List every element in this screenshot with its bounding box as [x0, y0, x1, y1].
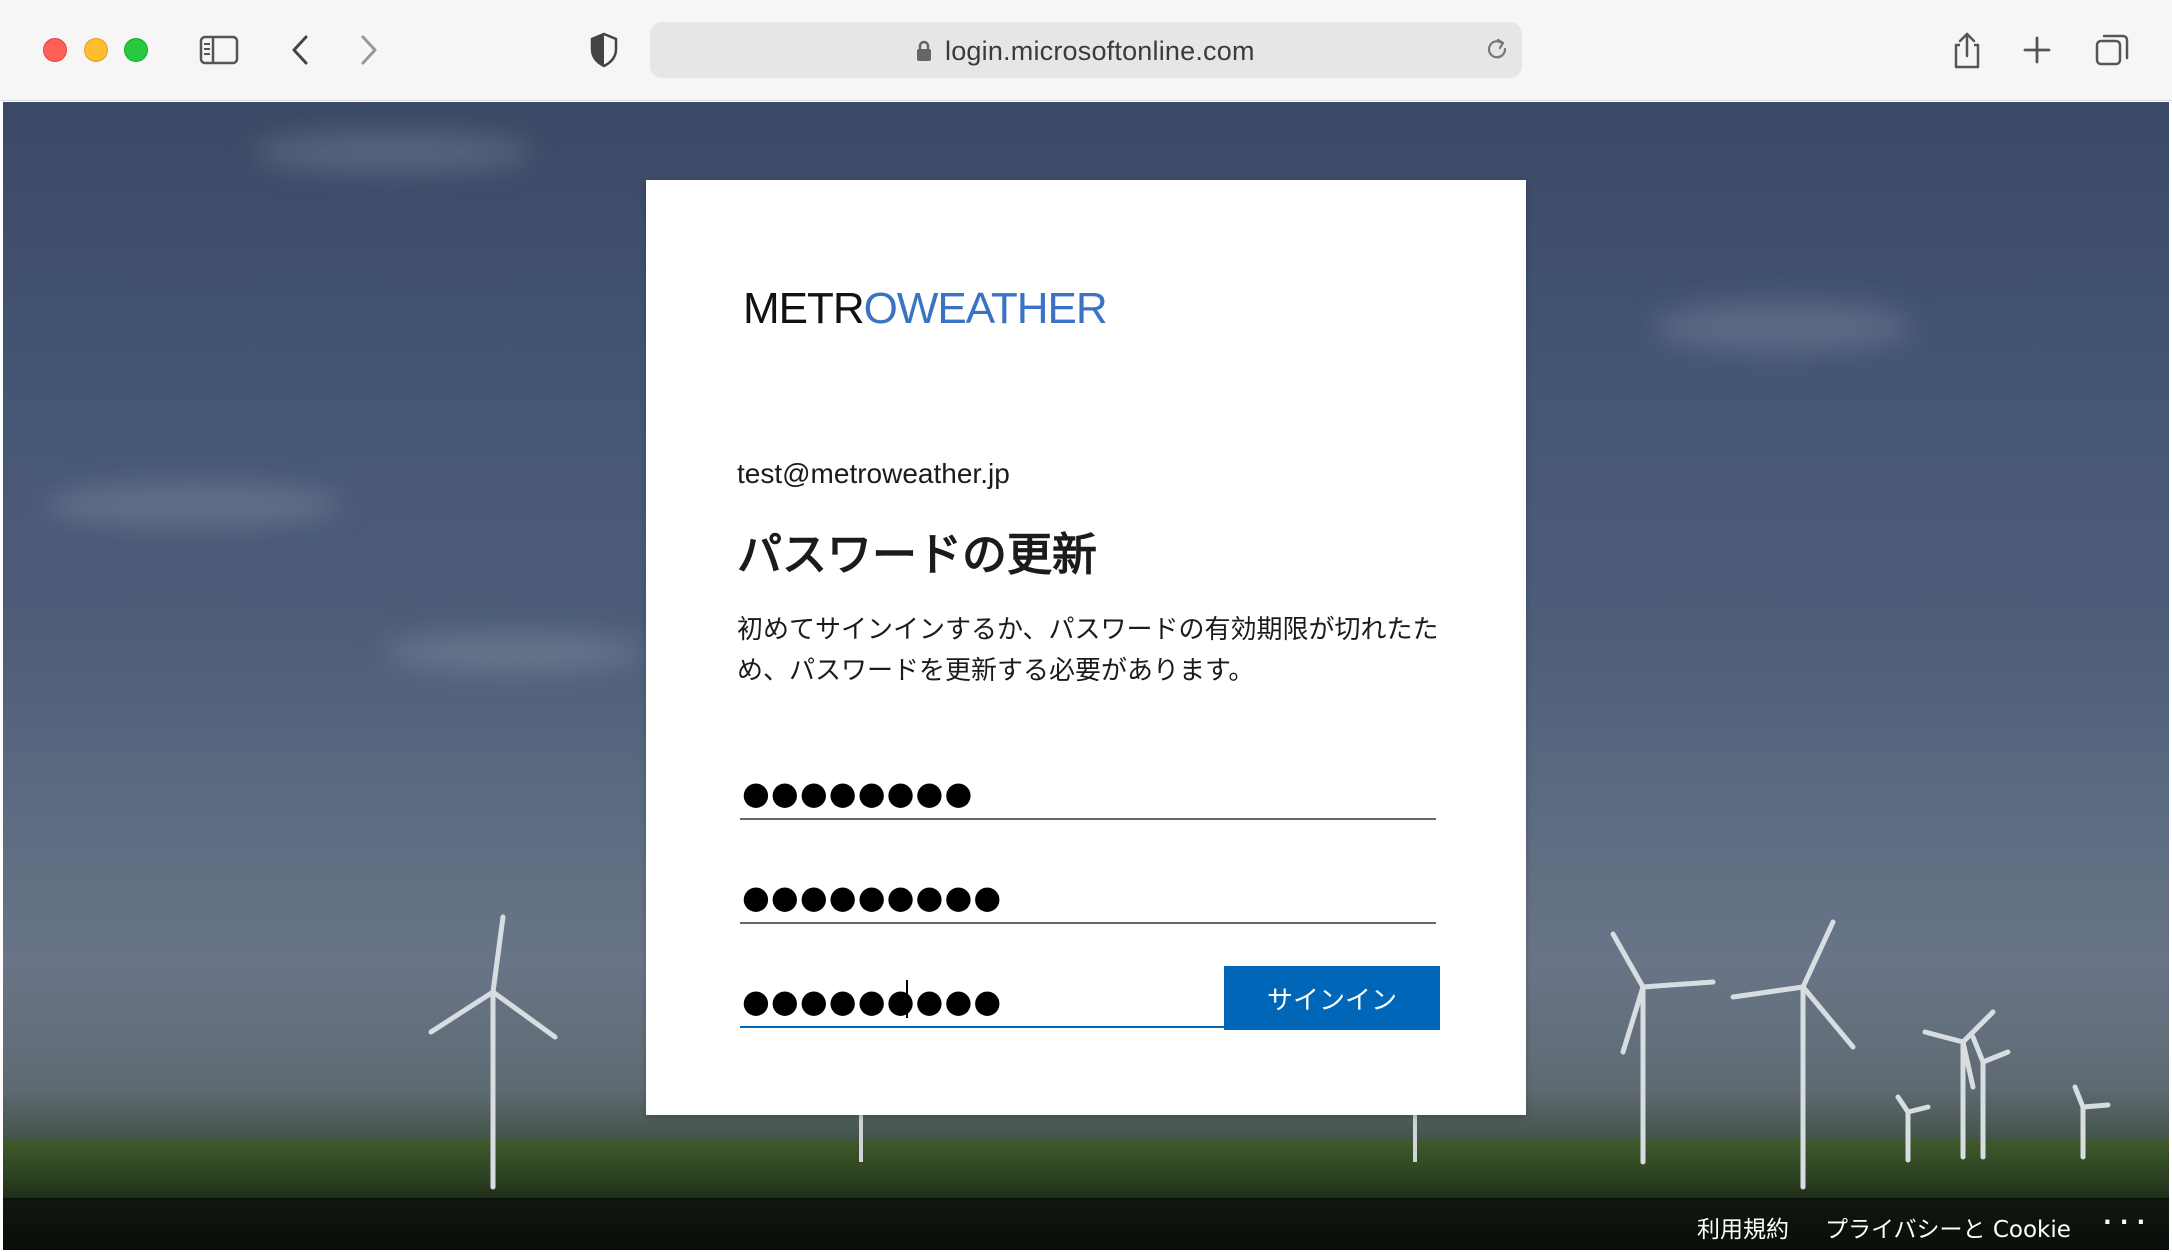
window-close-button[interactable]: [43, 38, 67, 62]
logo-text-metro: METR: [743, 284, 865, 333]
page-background: METR O WEATHER test@metroweather.jp パスワードの…: [3, 102, 2169, 1250]
window-maximize-button[interactable]: [124, 38, 148, 62]
window-minimize-button[interactable]: [84, 38, 108, 62]
terms-link[interactable]: 利用規約: [1697, 1210, 1789, 1244]
tab-overview-icon[interactable]: [2088, 26, 2136, 74]
privacy-shield-icon[interactable]: [580, 26, 628, 74]
address-url: login.microsoftonline.com: [945, 36, 1255, 66]
sidebar-toggle-icon[interactable]: [195, 26, 243, 74]
account-identity: test@metroweather.jp: [737, 458, 1010, 489]
address-bar[interactable]: login.microsoftonline.com: [650, 22, 1522, 78]
page-footer: 利用規約 プライバシーと Cookie . . .: [3, 1198, 2169, 1250]
text-caret: [906, 980, 908, 1018]
password-update-card: METR O WEATHER test@metroweather.jp パスワードの…: [646, 180, 1526, 1115]
share-icon[interactable]: [1943, 26, 1991, 74]
confirm-password-value: ●●●●●●●●●: [742, 982, 1003, 1020]
browser-toolbar: login.microsoftonline.com: [0, 0, 2172, 101]
lock-icon: [915, 39, 933, 67]
company-logo: METR O WEATHER: [743, 284, 1108, 333]
logo-text-o: O: [863, 284, 898, 333]
new-password-field[interactable]: ●●●●●●●●●: [740, 868, 1436, 924]
current-password-field[interactable]: ●●●●●●●●: [740, 764, 1436, 820]
logo-text-weather: WEATHER: [896, 284, 1108, 333]
more-options-link[interactable]: . . .: [2103, 1204, 2145, 1230]
forward-icon[interactable]: [345, 26, 393, 74]
reload-icon[interactable]: [1482, 34, 1512, 68]
signin-button[interactable]: サインイン: [1224, 966, 1440, 1030]
current-password-value: ●●●●●●●●: [742, 774, 974, 812]
page-title: パスワードの更新: [737, 528, 1098, 581]
back-icon[interactable]: [276, 26, 324, 74]
privacy-cookie-link[interactable]: プライバシーと Cookie: [1825, 1210, 2071, 1244]
new-tab-icon[interactable]: [2013, 26, 2061, 74]
description-text: 初めてサインインするか、パスワードの有効期限が切れたため、パスワードを更新する必…: [737, 615, 1439, 686]
new-password-value: ●●●●●●●●●: [742, 878, 1003, 916]
